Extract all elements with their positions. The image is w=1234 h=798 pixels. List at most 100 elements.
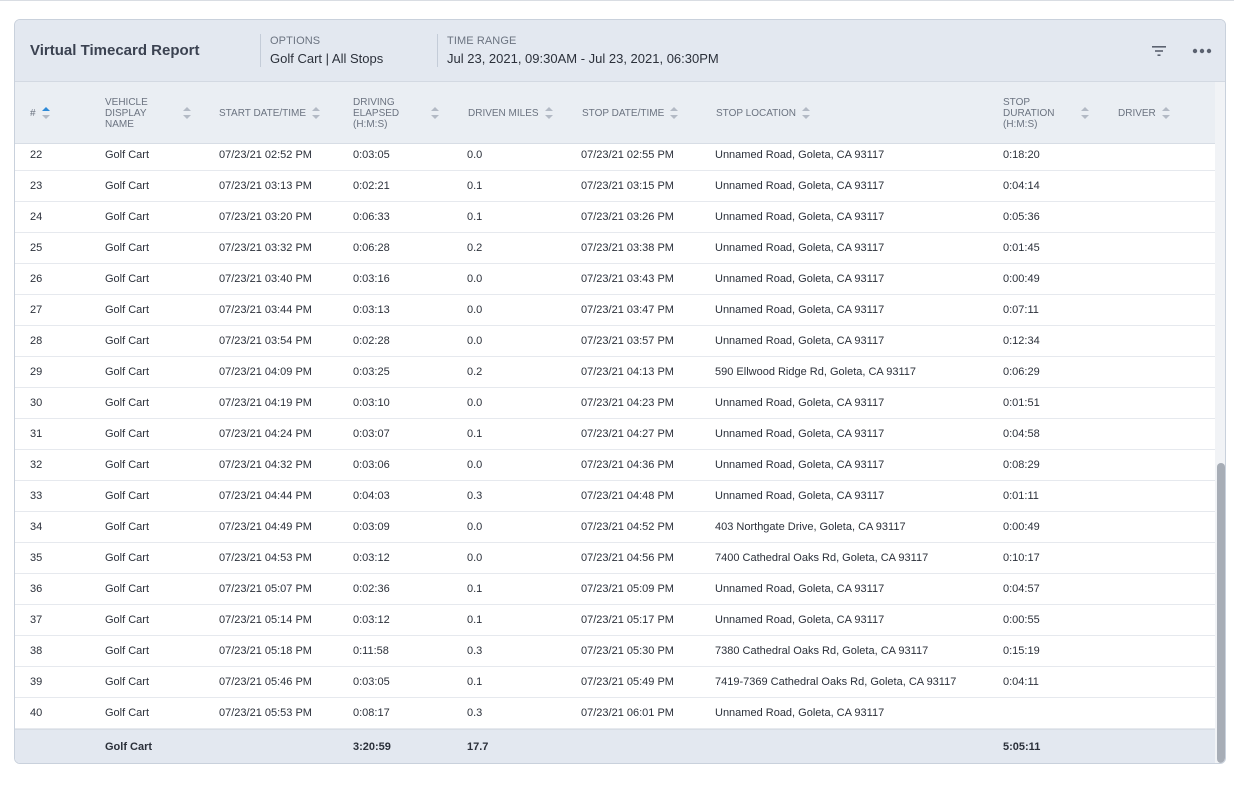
cell-elapsed: 0:03:10: [353, 397, 390, 409]
cell-num: 30: [30, 397, 43, 409]
table-row[interactable]: 29 Golf Cart 07/23/21 04:09 PM 0:03:25 0.2 07…: [15, 357, 1215, 388]
more-options-button[interactable]: [1191, 42, 1213, 60]
table-row[interactable]: 30 Golf Cart 07/23/21 04:19 PM 0:03:10 0.0 07…: [15, 388, 1215, 419]
cell-vehicle: Golf Cart: [105, 180, 150, 192]
report-header: Virtual Timecard Report OPTIONS Golf Car…: [15, 20, 1225, 82]
cell-miles: 0.0: [467, 397, 483, 409]
cell-num: 35: [30, 552, 43, 564]
cell-miles: 0.0: [467, 552, 483, 564]
cell-miles: 0.3: [467, 645, 483, 657]
cell-start: 07/23/21 03:54 PM: [219, 335, 312, 347]
cell-location: Unnamed Road, Goleta, CA 93117: [715, 707, 885, 719]
column-header-miles[interactable]: DRIVEN MILES: [468, 82, 553, 144]
cell-stop: 07/23/21 03:26 PM: [581, 211, 674, 223]
cell-miles: 0.0: [467, 273, 483, 285]
cell-stop: 07/23/21 03:43 PM: [581, 273, 674, 285]
table-row[interactable]: 40 Golf Cart 07/23/21 05:53 PM 0:08:17 0.3 07…: [15, 698, 1215, 729]
cell-start: 07/23/21 03:20 PM: [219, 211, 312, 223]
sort-icon: [802, 107, 811, 119]
cell-duration: 0:04:11: [1003, 676, 1039, 688]
table-row[interactable]: 36 Golf Cart 07/23/21 05:07 PM 0:02:36 0.1 07…: [15, 574, 1215, 605]
cell-stop: 07/23/21 04:56 PM: [581, 552, 674, 564]
more-options-icon: [1192, 48, 1212, 54]
column-header-start[interactable]: START DATE/TIME: [219, 82, 321, 144]
total-vehicle: Golf Cart: [105, 741, 153, 753]
cell-num: 28: [30, 335, 43, 347]
cell-elapsed: 0:02:36: [353, 583, 390, 595]
cell-elapsed: 0:03:16: [353, 273, 390, 285]
table-row[interactable]: 33 Golf Cart 07/23/21 04:44 PM 0:04:03 0.3 07…: [15, 481, 1215, 512]
table-row[interactable]: 26 Golf Cart 07/23/21 03:40 PM 0:03:16 0.0 07…: [15, 264, 1215, 295]
cell-location: Unnamed Road, Goleta, CA 93117: [715, 211, 885, 223]
cell-miles: 0.1: [467, 211, 483, 223]
total-stop-duration: 5:05:11: [1003, 741, 1041, 753]
column-header-number[interactable]: #: [30, 82, 50, 144]
table-row[interactable]: 38 Golf Cart 07/23/21 05:18 PM 0:11:58 0.3 07…: [15, 636, 1215, 667]
column-header-driver[interactable]: DRIVER: [1118, 82, 1170, 144]
table-row[interactable]: 32 Golf Cart 07/23/21 04:32 PM 0:03:06 0.0 07…: [15, 450, 1215, 481]
table-row[interactable]: 34 Golf Cart 07/23/21 04:49 PM 0:03:09 0.0 07…: [15, 512, 1215, 543]
filter-icon: [1152, 46, 1166, 56]
table-row[interactable]: 23 Golf Cart 07/23/21 03:13 PM 0:02:21 0.1 07…: [15, 171, 1215, 202]
cell-duration: 0:10:17: [1003, 552, 1040, 564]
column-header-location[interactable]: STOP LOCATION: [716, 82, 811, 144]
table-row[interactable]: 37 Golf Cart 07/23/21 05:14 PM 0:03:12 0.1 07…: [15, 605, 1215, 636]
table-row[interactable]: 24 Golf Cart 07/23/21 03:20 PM 0:06:33 0.1 07…: [15, 202, 1215, 233]
cell-duration: 0:04:14: [1003, 180, 1040, 192]
cell-location: 7419-7369 Cathedral Oaks Rd, Goleta, CA …: [715, 676, 957, 688]
cell-vehicle: Golf Cart: [105, 366, 150, 378]
cell-start: 07/23/21 03:13 PM: [219, 180, 312, 192]
table-row[interactable]: 28 Golf Cart 07/23/21 03:54 PM 0:02:28 0.0 07…: [15, 326, 1215, 357]
cell-vehicle: Golf Cart: [105, 242, 150, 254]
column-header-stop[interactable]: STOP DATE/TIME: [582, 82, 679, 144]
column-header-vehicle[interactable]: VEHICLE DISPLAY NAME: [105, 82, 191, 144]
scrollbar-thumb[interactable]: [1217, 463, 1225, 763]
cell-elapsed: 0:03:05: [353, 676, 390, 688]
table-row[interactable]: 31 Golf Cart 07/23/21 04:24 PM 0:03:07 0.1 07…: [15, 419, 1215, 450]
cell-vehicle: Golf Cart: [105, 459, 150, 471]
cell-vehicle: Golf Cart: [105, 490, 150, 502]
timecard-report-panel: Virtual Timecard Report OPTIONS Golf Car…: [14, 19, 1226, 764]
cell-elapsed: 0:03:12: [353, 552, 390, 564]
cell-num: 37: [30, 614, 43, 626]
cell-location: Unnamed Road, Goleta, CA 93117: [715, 397, 885, 409]
table-scrollbar[interactable]: [1215, 82, 1225, 763]
cell-location: Unnamed Road, Goleta, CA 93117: [715, 149, 885, 161]
table-body: 22 Golf Cart 07/23/21 02:52 PM 0:03:05 0.0 07…: [15, 144, 1215, 729]
cell-location: Unnamed Road, Goleta, CA 93117: [715, 490, 885, 502]
cell-stop: 07/23/21 03:57 PM: [581, 335, 674, 347]
cell-vehicle: Golf Cart: [105, 335, 150, 347]
cell-start: 07/23/21 04:53 PM: [219, 552, 312, 564]
time-range-label: TIME RANGE: [447, 35, 517, 47]
cell-location: 403 Northgate Drive, Goleta, CA 93117: [715, 521, 906, 533]
sort-icon: [431, 107, 439, 119]
filter-button[interactable]: [1148, 42, 1170, 60]
sort-icon: [312, 107, 321, 119]
sort-icon: [670, 107, 679, 119]
table-row[interactable]: 35 Golf Cart 07/23/21 04:53 PM 0:03:12 0.0 07…: [15, 543, 1215, 574]
cell-duration: 0:04:57: [1003, 583, 1040, 595]
total-driven-miles: 17.7: [467, 741, 489, 753]
cell-vehicle: Golf Cart: [105, 645, 150, 657]
cell-location: Unnamed Road, Goleta, CA 93117: [715, 335, 885, 347]
cell-vehicle: Golf Cart: [105, 304, 150, 316]
cell-miles: 0.3: [467, 490, 483, 502]
table-row[interactable]: 22 Golf Cart 07/23/21 02:52 PM 0:03:05 0.0 07…: [15, 144, 1215, 171]
total-driving-elapsed: 3:20:59: [353, 741, 391, 753]
cell-start: 07/23/21 04:32 PM: [219, 459, 312, 471]
cell-stop: 07/23/21 02:55 PM: [581, 149, 674, 161]
cell-elapsed: 0:03:09: [353, 521, 390, 533]
sort-icon: [183, 107, 191, 119]
time-range-value[interactable]: Jul 23, 2021, 09:30AM - Jul 23, 2021, 06…: [447, 51, 719, 66]
top-divider: [0, 0, 1234, 1]
column-header-elapsed[interactable]: DRIVING ELAPSED (H:M:S): [353, 82, 439, 144]
cell-stop: 07/23/21 05:49 PM: [581, 676, 674, 688]
column-header-duration[interactable]: STOP DURATION (H:M:S): [1003, 82, 1089, 144]
options-value[interactable]: Golf Cart | All Stops: [270, 51, 383, 66]
table-row[interactable]: 25 Golf Cart 07/23/21 03:32 PM 0:06:28 0.2 07…: [15, 233, 1215, 264]
table-row[interactable]: 27 Golf Cart 07/23/21 03:44 PM 0:03:13 0.0 07…: [15, 295, 1215, 326]
cell-elapsed: 0:03:05: [353, 149, 390, 161]
table-row[interactable]: 39 Golf Cart 07/23/21 05:46 PM 0:03:05 0.1 07…: [15, 667, 1215, 698]
cell-duration: 0:08:29: [1003, 459, 1040, 471]
cell-location: Unnamed Road, Goleta, CA 93117: [715, 273, 885, 285]
